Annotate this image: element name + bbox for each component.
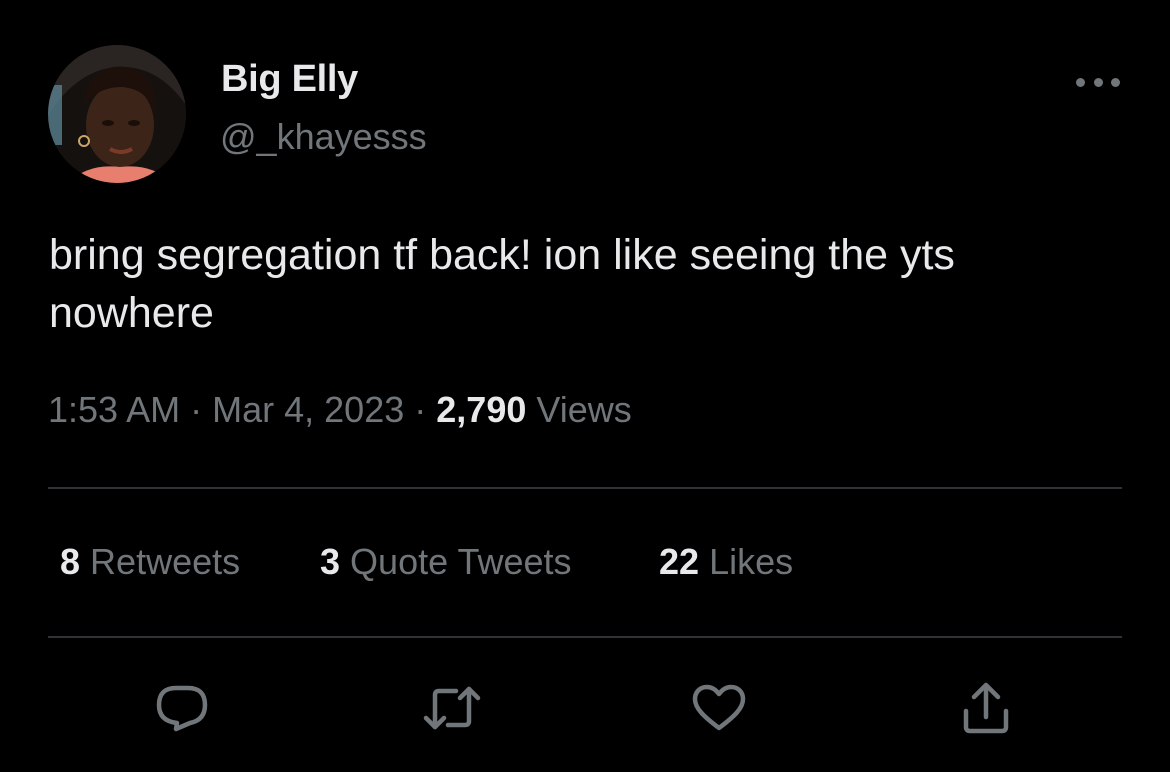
quote-tweets-stat[interactable]: 3 Quote Tweets bbox=[320, 541, 572, 583]
share-button[interactable] bbox=[956, 682, 1016, 734]
reply-icon bbox=[156, 685, 208, 732]
retweets-stat[interactable]: 8 Retweets bbox=[60, 541, 240, 583]
views-label: Views bbox=[536, 389, 632, 430]
author-display-name[interactable]: Big Elly bbox=[221, 58, 358, 101]
divider bbox=[48, 636, 1122, 638]
avatar-image bbox=[48, 45, 186, 183]
author-handle[interactable]: @_khayesss bbox=[220, 116, 427, 158]
tweet-text: bring segregation tf back! ion like seei… bbox=[49, 231, 955, 337]
share-icon bbox=[963, 682, 1009, 734]
quotes-count: 3 bbox=[320, 541, 341, 582]
likes-count: 22 bbox=[659, 541, 700, 582]
tweet-meta: 1:53 AM · Mar 4, 2023 · 2,790 Views bbox=[48, 389, 632, 431]
like-button[interactable] bbox=[689, 682, 749, 734]
likes-label: Likes bbox=[709, 541, 794, 582]
retweet-icon bbox=[423, 686, 481, 730]
more-horizontal-icon[interactable] bbox=[1076, 72, 1120, 92]
meta-separator: · bbox=[190, 389, 203, 430]
retweets-label: Retweets bbox=[90, 541, 241, 582]
tweet-date[interactable]: Mar 4, 2023 bbox=[212, 389, 404, 430]
divider bbox=[48, 487, 1122, 489]
retweet-button[interactable] bbox=[422, 682, 482, 734]
meta-separator: · bbox=[414, 389, 427, 430]
avatar[interactable] bbox=[48, 45, 186, 183]
quotes-label: Quote Tweets bbox=[350, 541, 572, 582]
heart-icon bbox=[692, 684, 746, 731]
views-count: 2,790 bbox=[436, 389, 527, 430]
retweets-count: 8 bbox=[60, 541, 81, 582]
likes-stat[interactable]: 22 Likes bbox=[659, 541, 793, 583]
reply-button[interactable] bbox=[152, 682, 212, 734]
tweet-time[interactable]: 1:53 AM bbox=[48, 389, 180, 430]
